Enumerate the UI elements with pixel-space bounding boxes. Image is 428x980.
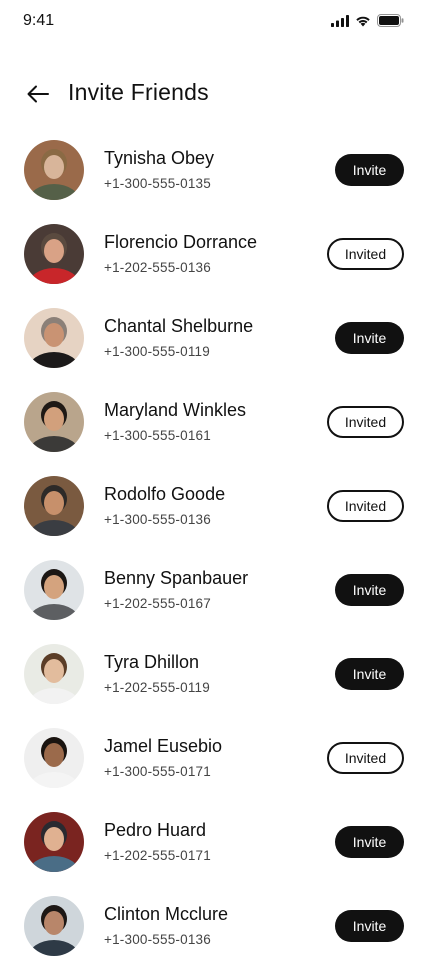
contact-name: Pedro Huard xyxy=(104,820,207,840)
avatar xyxy=(24,308,84,368)
contact-row: Pedro Huard +1-202-555-0171 Invite xyxy=(0,812,428,896)
avatar xyxy=(24,224,84,284)
arrow-left-icon xyxy=(27,85,49,103)
invite-button[interactable]: Invite xyxy=(335,322,404,354)
avatar xyxy=(24,560,84,620)
status-bar: 9:41 xyxy=(0,0,428,44)
avatar xyxy=(24,896,84,956)
contact-row: Maryland Winkles +1-300-555-0161 Invited xyxy=(0,392,428,476)
contact-name: Florencio Dorrance xyxy=(104,232,258,252)
contact-phone: +1-300-555-0136 xyxy=(104,512,211,527)
header: Invite Friends xyxy=(0,72,428,116)
contact-phone: +1-202-555-0167 xyxy=(104,596,211,611)
contact-name: Rodolfo Goode xyxy=(104,484,226,504)
status-time: 9:41 xyxy=(23,12,55,29)
invite-button[interactable]: Invite xyxy=(335,154,404,186)
avatar xyxy=(24,476,84,536)
contact-name: Clinton Mcclure xyxy=(104,904,229,924)
invite-button[interactable]: Invited xyxy=(327,238,404,270)
contact-phone: +1-300-555-0119 xyxy=(104,344,210,359)
contact-row: Tynisha Obey +1-300-555-0135 Invite xyxy=(0,140,428,224)
contact-name: Maryland Winkles xyxy=(104,400,247,420)
contact-phone: +1-300-555-0171 xyxy=(104,764,211,779)
battery-icon xyxy=(377,14,404,27)
contact-phone: +1-300-555-0136 xyxy=(104,932,211,947)
contact-phone: +1-202-555-0119 xyxy=(104,680,210,695)
invite-button[interactable]: Invite xyxy=(335,826,404,858)
contact-row: Jamel Eusebio +1-300-555-0171 Invited xyxy=(0,728,428,812)
wifi-icon xyxy=(356,16,370,26)
page-title: Invite Friends xyxy=(68,79,209,105)
contact-name: Jamel Eusebio xyxy=(104,736,223,756)
contact-row: Tyra Dhillon +1-202-555-0119 Invite xyxy=(0,644,428,728)
contact-name: Chantal Shelburne xyxy=(104,316,254,336)
cellular-signal-icon xyxy=(331,14,349,27)
invite-button[interactable]: Invite xyxy=(335,658,404,690)
contact-row: Chantal Shelburne +1-300-555-0119 Invite xyxy=(0,308,428,392)
contact-name: Tynisha Obey xyxy=(104,148,215,168)
status-icons xyxy=(331,14,404,27)
avatar xyxy=(24,728,84,788)
contact-row: Rodolfo Goode +1-300-555-0136 Invited xyxy=(0,476,428,560)
invite-button[interactable]: Invited xyxy=(327,406,404,438)
invite-button[interactable]: Invited xyxy=(327,490,404,522)
contact-phone: +1-300-555-0135 xyxy=(104,176,211,191)
avatar xyxy=(24,140,84,200)
contact-phone: +1-300-555-0161 xyxy=(104,428,211,443)
invite-button[interactable]: Invite xyxy=(335,574,404,606)
contact-name: Tyra Dhillon xyxy=(104,652,200,672)
invite-button[interactable]: Invited xyxy=(327,742,404,774)
invite-button[interactable]: Invite xyxy=(335,910,404,942)
contact-phone: +1-202-555-0171 xyxy=(104,848,211,863)
avatar xyxy=(24,812,84,872)
contact-row: Clinton Mcclure +1-300-555-0136 Invite xyxy=(0,896,428,980)
contact-name: Benny Spanbauer xyxy=(104,568,249,588)
back-button[interactable] xyxy=(24,80,52,108)
contact-phone: +1-202-555-0136 xyxy=(104,260,211,275)
avatar xyxy=(24,644,84,704)
contact-list: Tynisha Obey +1-300-555-0135 Invite Flor… xyxy=(0,140,428,980)
contact-row: Florencio Dorrance +1-202-555-0136 Invit… xyxy=(0,224,428,308)
avatar xyxy=(24,392,84,452)
contact-row: Benny Spanbauer +1-202-555-0167 Invite xyxy=(0,560,428,644)
